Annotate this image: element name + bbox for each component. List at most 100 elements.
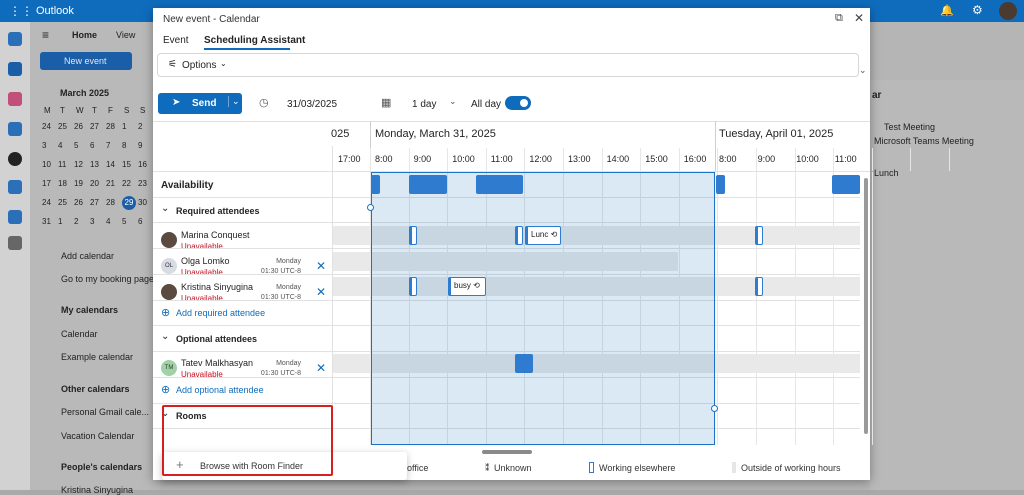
mini-cal-day[interactable]: 17 xyxy=(42,179,51,188)
ribbon-tab-home[interactable]: Home xyxy=(72,30,97,40)
ribbon-tab-view[interactable]: View xyxy=(116,30,135,40)
options-icon[interactable]: ⚟ xyxy=(168,59,177,70)
mini-cal-day[interactable]: 10 xyxy=(42,160,51,169)
lunch-event-chip[interactable]: Lunc ⟲ xyxy=(525,226,561,245)
duration-chevron-icon[interactable]: ⌄ xyxy=(449,96,457,107)
mini-cal-day[interactable]: 31 xyxy=(42,217,51,226)
duration-select[interactable]: 1 day xyxy=(412,99,436,110)
popout-icon[interactable]: ⧉ xyxy=(835,12,843,25)
mini-cal-day[interactable]: 4 xyxy=(106,217,110,226)
options-button[interactable]: Options xyxy=(182,60,216,71)
mini-cal-day[interactable]: 3 xyxy=(42,141,46,150)
mini-cal-day[interactable]: 14 xyxy=(106,160,115,169)
mini-cal-day[interactable]: 5 xyxy=(122,217,126,226)
calendar-icon[interactable] xyxy=(8,62,22,76)
mini-cal-day[interactable]: 2 xyxy=(138,122,142,131)
vertical-scrollbar[interactable] xyxy=(864,178,868,434)
mini-cal-day[interactable]: 1 xyxy=(58,217,62,226)
gmail-calendar-item[interactable]: Personal Gmail cale... xyxy=(61,407,149,417)
todo-icon[interactable] xyxy=(8,180,22,194)
menu-icon[interactable]: ≡ xyxy=(42,28,49,42)
close-icon[interactable]: ✕ xyxy=(854,11,864,25)
mini-cal-day[interactable]: 8 xyxy=(122,141,126,150)
peoples-calendars-heading[interactable]: People's calendars xyxy=(61,462,142,472)
mini-cal-day[interactable]: 22 xyxy=(122,179,131,188)
mini-cal-day[interactable]: 28 xyxy=(106,122,115,131)
settings-icon[interactable]: ⚙ xyxy=(972,3,983,17)
add-calendar-link[interactable]: Add calendar xyxy=(61,251,114,261)
example-calendar-item[interactable]: Example calendar xyxy=(61,352,133,362)
selection-handle-start[interactable] xyxy=(367,204,374,211)
calendar-picker-icon[interactable]: ▦ xyxy=(381,96,391,109)
mini-cal-day[interactable]: 7 xyxy=(106,141,110,150)
vacation-calendar-item[interactable]: Vacation Calendar xyxy=(61,431,134,441)
remove-attendee-icon[interactable]: ✕ xyxy=(316,285,326,299)
apps-icon[interactable] xyxy=(8,236,22,250)
mini-cal-day[interactable]: 25 xyxy=(58,198,67,207)
mini-cal-day[interactable]: 15 xyxy=(122,160,131,169)
mini-cal-day[interactable]: 24 xyxy=(42,198,51,207)
mini-cal-day[interactable]: 6 xyxy=(138,217,142,226)
mail-icon[interactable] xyxy=(8,32,22,46)
onedrive-icon[interactable] xyxy=(8,210,22,224)
mini-cal-day[interactable]: 9 xyxy=(138,141,142,150)
mini-cal-day[interactable]: 29 xyxy=(122,196,136,210)
add-optional-icon[interactable]: ⊕ xyxy=(161,383,170,396)
mini-cal-day[interactable]: 26 xyxy=(74,198,83,207)
app-launcher-icon[interactable]: ⋮⋮ xyxy=(9,4,33,18)
mini-cal-day[interactable]: 23 xyxy=(138,179,147,188)
tab-scheduling-assistant[interactable]: Scheduling Assistant xyxy=(204,35,305,46)
mini-cal-day[interactable]: 6 xyxy=(90,141,94,150)
horizontal-scrollbar[interactable] xyxy=(482,450,532,454)
sparkle-icon[interactable] xyxy=(8,152,22,166)
new-event-button[interactable]: New event xyxy=(40,52,132,70)
required-attendees-heading[interactable]: Required attendees xyxy=(176,206,260,216)
mini-cal-day[interactable]: 11 xyxy=(58,160,66,169)
add-required-icon[interactable]: ⊕ xyxy=(161,306,170,319)
meeting-time-selection[interactable] xyxy=(371,172,715,445)
mini-cal-day[interactable]: 12 xyxy=(74,160,83,169)
optional-attendees-heading[interactable]: Optional attendees xyxy=(176,334,257,344)
all-day-toggle[interactable] xyxy=(505,96,531,110)
mini-cal-day[interactable]: 4 xyxy=(58,141,62,150)
mini-cal-day[interactable]: 26 xyxy=(74,122,83,131)
notifications-icon[interactable]: 🔔 xyxy=(940,4,954,17)
mini-cal-day[interactable]: 27 xyxy=(90,122,99,131)
add-optional-attendee[interactable]: Add optional attendee xyxy=(176,385,264,395)
remove-attendee-icon[interactable]: ✕ xyxy=(316,259,326,273)
date-field[interactable]: 31/03/2025 xyxy=(287,99,337,110)
selection-handle-end[interactable] xyxy=(711,405,718,412)
send-button[interactable]: ➤ Send ⌄ xyxy=(158,93,242,114)
other-calendars-heading[interactable]: Other calendars xyxy=(61,384,130,394)
mini-cal-day[interactable]: 2 xyxy=(74,217,78,226)
remove-attendee-icon[interactable]: ✕ xyxy=(316,361,326,375)
mini-cal-day[interactable]: 1 xyxy=(122,122,126,131)
mini-cal-day[interactable]: 19 xyxy=(74,179,83,188)
people-icon[interactable] xyxy=(8,122,22,136)
calendar-item[interactable]: Calendar xyxy=(61,329,98,339)
mini-cal-day[interactable]: 21 xyxy=(106,179,115,188)
chevron-down-icon[interactable]: ⌄ xyxy=(220,59,227,68)
mini-cal-day[interactable]: 30 xyxy=(138,198,147,207)
my-calendars-heading[interactable]: My calendars xyxy=(61,305,118,315)
send-dropdown-icon[interactable]: ⌄ xyxy=(228,96,240,107)
mini-cal-day[interactable]: 18 xyxy=(58,179,67,188)
add-required-attendee[interactable]: Add required attendee xyxy=(176,308,265,318)
event-lunch[interactable]: Lunch xyxy=(874,168,899,178)
mini-cal-day[interactable]: 27 xyxy=(90,198,99,207)
busy-event-chip[interactable]: busy ⟲ xyxy=(448,277,486,296)
mini-cal-day[interactable]: 20 xyxy=(90,179,99,188)
mini-cal-day[interactable]: 24 xyxy=(42,122,51,131)
mini-cal-day[interactable]: 13 xyxy=(90,160,99,169)
expand-chevron-icon[interactable]: ⌄ xyxy=(859,65,867,76)
required-chevron-icon[interactable]: ⌄ xyxy=(161,203,169,214)
copilot-icon[interactable] xyxy=(8,92,22,106)
mini-cal-day[interactable]: 25 xyxy=(58,122,67,131)
user-avatar[interactable] xyxy=(999,2,1017,20)
mini-cal-day[interactable]: 5 xyxy=(74,141,78,150)
event-test-meeting[interactable]: Test Meeting xyxy=(884,122,935,132)
tab-event[interactable]: Event xyxy=(163,35,189,46)
booking-page-link[interactable]: Go to my booking page xyxy=(61,274,154,284)
peoples-calendar-item[interactable]: Kristina Sinyugina xyxy=(61,485,133,495)
mini-cal-day[interactable]: 28 xyxy=(106,198,115,207)
